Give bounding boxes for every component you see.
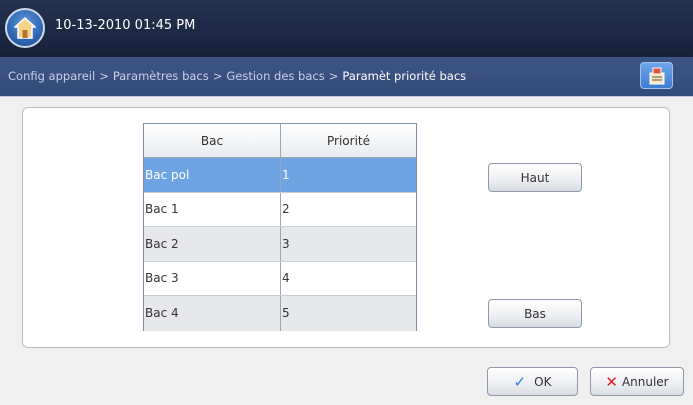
breadcrumb: Config appareil > Paramètres bacs > Gestion … bbox=[8, 69, 466, 83]
job-status-icon bbox=[649, 67, 665, 85]
cell-bac: Bac 2 bbox=[144, 227, 281, 261]
table-row[interactable]: Bac 3 4 bbox=[144, 261, 416, 296]
ok-label: OK bbox=[534, 374, 552, 389]
breadcrumb-separator: > bbox=[328, 69, 339, 83]
table-header: Bac Priorité bbox=[144, 124, 416, 158]
home-button[interactable] bbox=[5, 8, 45, 48]
breadcrumb-item[interactable]: Paramètres bacs bbox=[113, 69, 209, 83]
top-bar: 10-13-2010 01:45 PM bbox=[0, 0, 693, 57]
column-header-bac: Bac bbox=[144, 124, 281, 157]
cell-bac: Bac 1 bbox=[144, 192, 281, 226]
cell-bac: Bac 4 bbox=[144, 296, 281, 331]
table-row[interactable]: Bac 2 3 bbox=[144, 227, 416, 262]
cell-priorite: 5 bbox=[282, 306, 290, 321]
breadcrumb-separator: > bbox=[212, 69, 223, 83]
column-header-priorite: Priorité bbox=[327, 133, 370, 148]
cancel-label: Annuler bbox=[621, 374, 669, 389]
cell-priorite: 1 bbox=[282, 167, 290, 182]
table-row[interactable]: Bac pol 1 bbox=[144, 158, 416, 193]
cell-priorite: 3 bbox=[282, 236, 290, 251]
move-down-button[interactable]: Bas bbox=[488, 299, 582, 328]
breadcrumb-separator: > bbox=[99, 69, 109, 83]
move-up-button[interactable]: Haut bbox=[488, 163, 582, 192]
path-bar: Config appareil > Paramètres bacs > Gestion … bbox=[0, 57, 693, 97]
breadcrumb-current: Paramèt priorité bacs bbox=[342, 69, 467, 83]
cell-priorite: 4 bbox=[282, 271, 290, 286]
x-icon: ✕ bbox=[605, 372, 618, 391]
checkmark-icon: ✓ bbox=[513, 372, 527, 391]
table-row[interactable]: Bac 1 2 bbox=[144, 192, 416, 227]
breadcrumb-item[interactable]: Config appareil bbox=[8, 69, 95, 83]
datetime: 10-13-2010 01:45 PM bbox=[55, 18, 196, 33]
cell-priorite: 2 bbox=[282, 202, 290, 217]
breadcrumb-item[interactable]: Gestion des bacs bbox=[226, 69, 324, 83]
table-row[interactable]: Bac 4 5 bbox=[144, 296, 416, 331]
priority-table: Bac Priorité Bac pol 1 Bac 1 2 Bac 2 3 B… bbox=[143, 123, 417, 331]
cancel-button[interactable]: ✕ Annuler bbox=[590, 367, 684, 396]
ok-button[interactable]: ✓ OK bbox=[487, 367, 578, 396]
cell-bac: Bac 3 bbox=[144, 261, 281, 295]
cell-bac: Bac pol bbox=[144, 158, 281, 192]
home-icon bbox=[14, 16, 36, 39]
job-status-button[interactable] bbox=[640, 62, 673, 89]
